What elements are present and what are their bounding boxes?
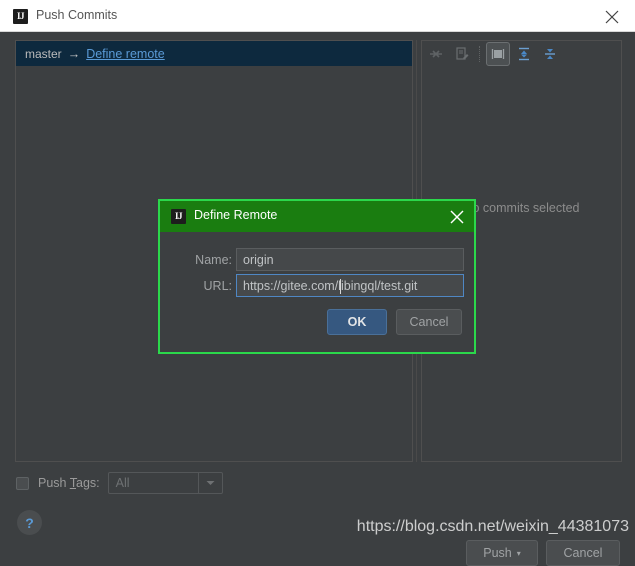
expand-all-icon[interactable]: [512, 42, 536, 66]
branch-name: master: [25, 46, 62, 61]
toolbar-separator: [479, 46, 481, 62]
help-button[interactable]: ?: [17, 510, 42, 535]
define-remote-link[interactable]: Define remote: [86, 47, 165, 61]
url-label: URL:: [203, 279, 232, 293]
ok-button[interactable]: OK: [327, 309, 387, 335]
define-remote-dialog: Define Remote Name: origin URL: https://…: [158, 199, 476, 354]
push-tags-label: Push Tags:: [38, 476, 100, 490]
define-remote-title: Define Remote: [194, 208, 278, 222]
chevron-down-icon[interactable]: [197, 473, 222, 493]
push-tags-label-prefix: Push: [38, 476, 70, 490]
name-label: Name:: [195, 253, 232, 267]
define-remote-body: Name: origin URL: https://gitee.com/libi…: [160, 232, 474, 352]
remote-url-input[interactable]: https://gitee.com/libingql/test.git: [236, 274, 464, 297]
push-tags-checkbox[interactable]: [16, 476, 29, 490]
window-title: Push Commits: [36, 8, 118, 22]
push-tags-combo-value: All: [115, 476, 130, 490]
push-tags-label-suffix: ags:: [76, 476, 100, 490]
details-toolbar: [424, 40, 562, 68]
close-icon: [605, 10, 619, 24]
remote-name-input[interactable]: origin: [236, 248, 464, 271]
collapse-arrows-icon[interactable]: [424, 42, 448, 66]
close-icon: [450, 210, 464, 224]
cancel-button[interactable]: Cancel: [546, 540, 620, 566]
branch-row[interactable]: master → Define remote: [16, 41, 412, 66]
push-button[interactable]: Push ▾: [466, 540, 538, 566]
text-caret: [340, 279, 341, 294]
show-diff-icon[interactable]: [486, 42, 510, 66]
define-remote-titlebar: Define Remote: [160, 201, 474, 232]
collapse-all-icon[interactable]: [538, 42, 562, 66]
arrow-icon: →: [67, 46, 81, 61]
push-tags-combo[interactable]: All: [107, 472, 223, 494]
chevron-down-icon: ▾: [516, 548, 521, 558]
define-remote-close-button[interactable]: [446, 206, 468, 228]
remote-url-value: https://gitee.com/libingql/test.git: [243, 278, 418, 293]
window-titlebar: Push Commits: [0, 0, 635, 32]
intellij-idea-logo: [13, 9, 28, 24]
push-button-label: Push: [483, 546, 512, 560]
edit-commit-message-icon[interactable]: [450, 42, 474, 66]
intellij-idea-logo: [171, 209, 186, 224]
push-tags-row: Push Tags: All: [16, 472, 223, 494]
window-close-button[interactable]: [589, 0, 635, 31]
define-remote-cancel-button[interactable]: Cancel: [396, 309, 462, 335]
push-commits-window: Push Commits master → Define remote No c…: [0, 0, 635, 566]
